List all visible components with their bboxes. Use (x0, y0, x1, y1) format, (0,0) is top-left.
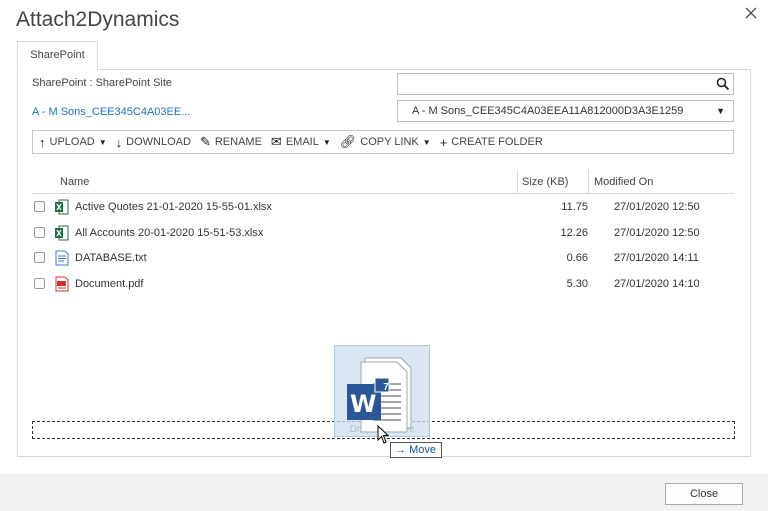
search-icon[interactable] (716, 77, 730, 91)
grid-header: Name Size (KB) Modified On (32, 170, 734, 194)
move-tooltip: → Move (390, 442, 442, 458)
envelope-icon: ✉ (270, 134, 282, 149)
download-button[interactable]: ↓ DOWNLOAD (116, 135, 191, 150)
file-modified: 27/01/2020 12:50 (614, 226, 700, 239)
file-name[interactable]: All Accounts 20-01-2020 15-51-53.xlsx (75, 227, 263, 239)
file-name[interactable]: Document.pdf (75, 278, 143, 290)
svg-text:W: W (350, 390, 376, 418)
file-size: 5.30 (566, 277, 588, 290)
dialog-footer (0, 474, 768, 511)
row-checkbox[interactable] (34, 277, 45, 289)
chevron-down-icon: ▼ (98, 137, 107, 147)
arrow-up-icon: ↑ (39, 134, 46, 150)
file-modified: 27/01/2020 12:50 (614, 201, 700, 213)
email-button[interactable]: ✉ EMAIL ▼ (271, 134, 331, 150)
column-header-name[interactable]: Name (60, 176, 89, 188)
file-modified: 27/01/2020 14:10 (614, 277, 700, 290)
column-header-modified[interactable]: Modified On (594, 176, 653, 188)
table-row[interactable]: Document.pdf 5.30 27/01/2020 14:10 (32, 273, 734, 299)
pencil-icon: ✎ (199, 134, 211, 149)
excel-file-icon (55, 199, 69, 215)
rename-button[interactable]: ✎ RENAME (200, 134, 262, 150)
chevron-down-icon: ▼ (322, 137, 331, 147)
dialog-title: Attach2Dynamics (16, 8, 180, 31)
table-row[interactable]: DATABASE.txt 0.66 27/01/2020 14:11 (32, 247, 734, 273)
file-name[interactable]: DATABASE.txt (75, 252, 147, 264)
drag-count-badge: 7 (383, 382, 389, 393)
row-checkbox[interactable] (34, 226, 45, 238)
arrow-right-icon: → (395, 444, 406, 456)
copy-link-button[interactable]: 🔗︎ COPY LINK ▼ (340, 134, 431, 150)
arrow-down-icon: ↓ (115, 134, 123, 150)
file-name[interactable]: Active Quotes 21-01-2020 15-55-01.xlsx (75, 201, 272, 213)
copy-link-label: COPY LINK (360, 136, 419, 148)
table-row[interactable]: All Accounts 20-01-2020 15-51-53.xlsx 12… (32, 222, 734, 248)
create-folder-button[interactable]: + CREATE FOLDER (440, 135, 543, 150)
download-label: DOWNLOAD (126, 136, 191, 148)
text-file-icon (55, 250, 69, 266)
table-row[interactable]: Active Quotes 21-01-2020 15-55-01.xlsx 1… (32, 196, 734, 222)
site-select-value: A - M Sons_CEE345C4A03EEA11A812000D3A3E1… (412, 105, 684, 117)
column-separator (588, 170, 589, 194)
column-header-size[interactable]: Size (KB) (522, 176, 568, 188)
file-list: Active Quotes 21-01-2020 15-55-01.xlsx 1… (32, 196, 734, 298)
record-link[interactable]: A - M Sons_CEE345C4A03EE... (32, 106, 190, 118)
upload-button[interactable]: ↑ UPLOAD ▼ (39, 135, 107, 150)
file-modified: 27/01/2020 14:11 (614, 252, 699, 264)
file-size: 12.26 (560, 226, 588, 239)
column-separator (517, 170, 518, 194)
site-select[interactable]: A - M Sons_CEE345C4A03EEA11A812000D3A3E1… (397, 100, 734, 122)
excel-file-icon (55, 225, 69, 241)
upload-label: UPLOAD (49, 136, 95, 148)
drag-ghost: W 7 (334, 345, 430, 437)
email-label: EMAIL (285, 136, 319, 148)
search-input[interactable] (397, 73, 734, 95)
close-icon[interactable] (745, 7, 759, 21)
link-icon: 🔗︎ (339, 134, 357, 149)
file-size: 11.75 (561, 201, 588, 213)
move-tooltip-label: Move (409, 444, 436, 456)
row-checkbox[interactable] (34, 252, 45, 263)
toolbar: ↑ UPLOAD ▼ ↓ DOWNLOAD ✎ RENAME ✉ EMAIL ▼… (32, 130, 734, 154)
tab-sharepoint[interactable]: SharePoint (17, 41, 98, 70)
create-folder-label: CREATE FOLDER (451, 136, 543, 148)
close-button[interactable]: Close (665, 483, 743, 505)
pdf-file-icon (55, 276, 69, 292)
chevron-down-icon: ▼ (422, 137, 431, 147)
mouse-cursor-icon (377, 424, 391, 448)
plus-icon: + (439, 134, 448, 150)
chevron-down-icon: ▼ (716, 106, 725, 116)
row-checkbox[interactable] (34, 201, 45, 212)
rename-label: RENAME (214, 136, 262, 148)
file-size: 0.66 (566, 252, 588, 264)
site-label: SharePoint : SharePoint Site (32, 77, 173, 89)
